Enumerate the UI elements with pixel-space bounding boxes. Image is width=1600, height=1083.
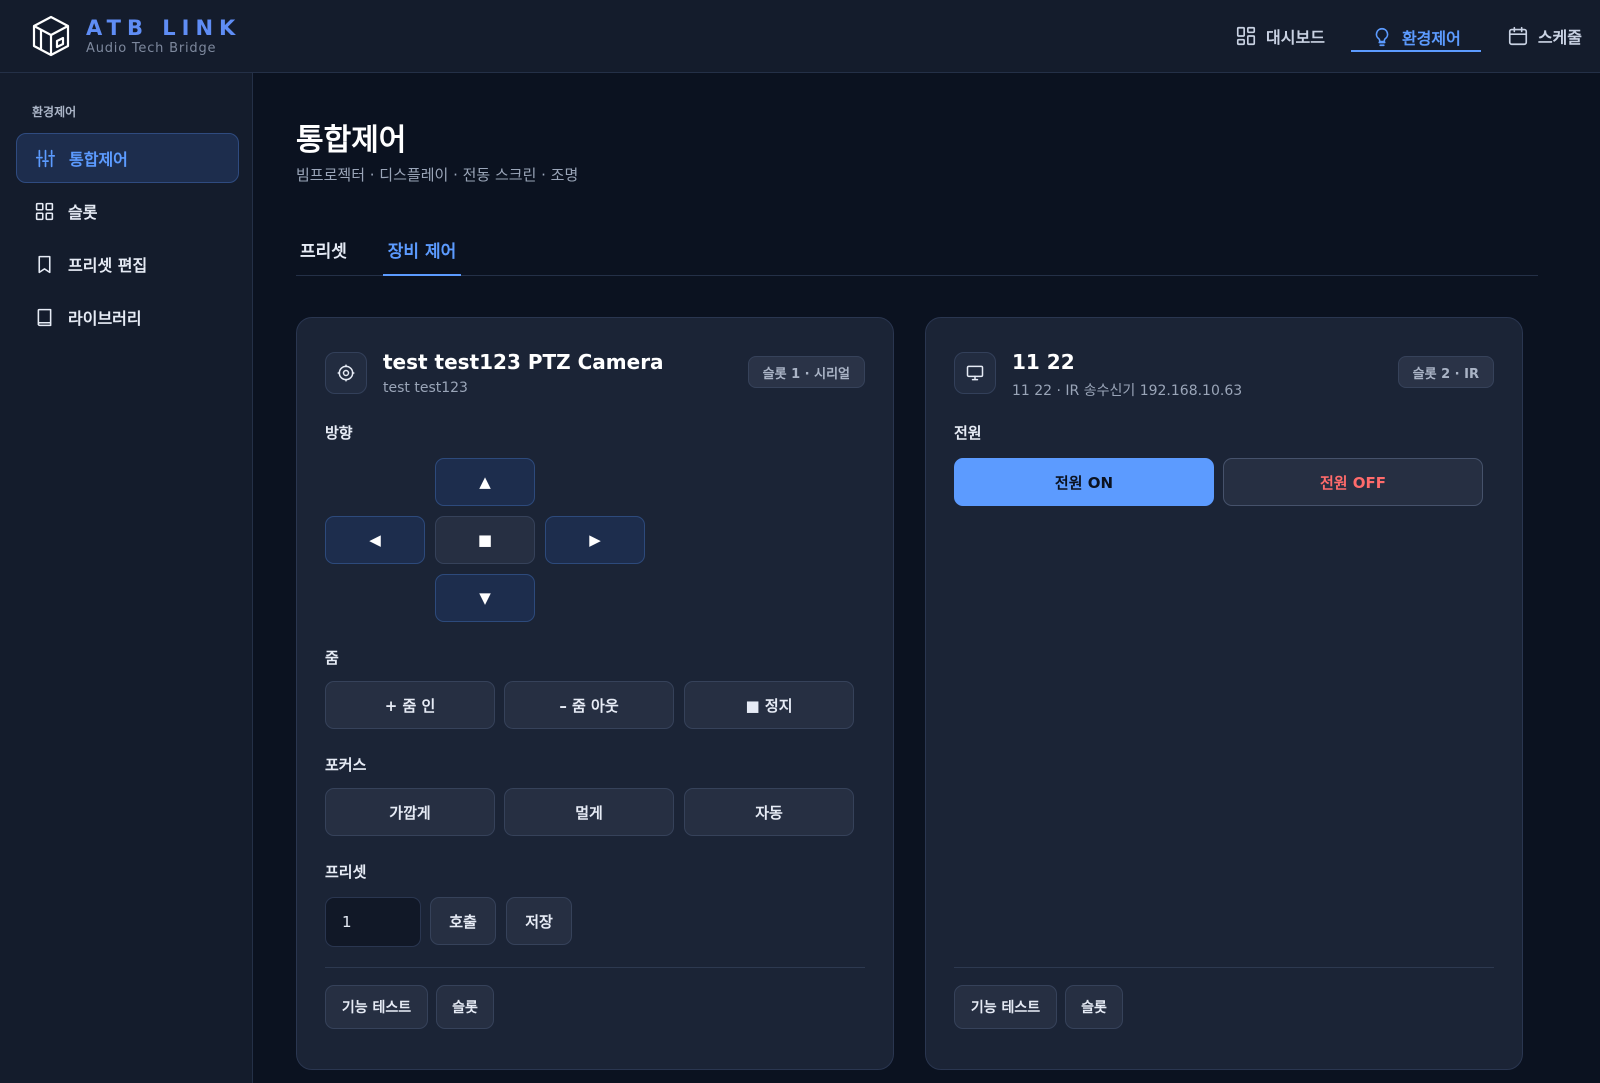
top-nav: 대시보드 환경제어 스케줄 (1235, 0, 1582, 73)
pan-stop-button[interactable]: ■ (435, 516, 535, 564)
pan-up-button[interactable]: ▲ (435, 458, 535, 506)
device-icon-box (954, 352, 996, 394)
direction-label: 방향 (325, 424, 353, 442)
bookmark-icon (38, 255, 51, 273)
page-subtitle: 빔프로젝터 · 디스플레이 · 전동 스크린 · 조명 (296, 166, 579, 184)
device-card-ir: 11 22 11 22 · IR 송수신기 192.168.10.63 슬롯 2… (925, 317, 1523, 1070)
focus-label: 포커스 (325, 756, 367, 774)
preset-save-button[interactable]: 저장 (506, 897, 572, 945)
device-icon-box (325, 352, 367, 394)
tab-bar: 프리셋 장비 제어 (296, 233, 1538, 276)
device-card-ptz-camera: test test123 PTZ Camera test test123 슬롯 … (296, 317, 894, 1070)
nav-dashboard-label: 대시보드 (1266, 27, 1325, 47)
tab-presets[interactable]: 프리셋 (296, 233, 351, 276)
sidebar: 환경제어 통합제어 슬롯 프리셋 편집 라이브러리 (0, 73, 253, 1083)
sidebar-item-label: 프리셋 편집 (68, 256, 148, 275)
function-test-button[interactable]: 기능 테스트 (954, 985, 1057, 1029)
card-divider (325, 967, 865, 968)
sidebar-item-label: 라이브러리 (68, 309, 142, 328)
card-divider (954, 967, 1494, 968)
sidebar-item-label: 슬롯 (68, 203, 98, 222)
calendar-icon (1508, 26, 1527, 45)
power-on-button[interactable]: 전원 ON (954, 458, 1214, 506)
sidebar-item-label: 통합제어 (69, 150, 128, 169)
crosshair-icon (337, 364, 355, 382)
zoom-label: 줌 (325, 649, 339, 667)
focus-auto-button[interactable]: 자동 (684, 788, 854, 836)
power-off-button[interactable]: 전원 OFF (1223, 458, 1483, 506)
left-arrow-icon: ◀ (369, 531, 381, 549)
main-content: 통합제어 빔프로젝터 · 디스플레이 · 전동 스크린 · 조명 프리셋 장비 … (254, 73, 1600, 1083)
preset-label: 프리셋 (325, 863, 367, 881)
tab-device-control[interactable]: 장비 제어 (383, 233, 461, 276)
stop-icon: ■ (477, 531, 493, 549)
nav-environment[interactable]: 환경제어 (1350, 26, 1481, 52)
brand-subtitle: Audio Tech Bridge (86, 41, 217, 56)
slot-button[interactable]: 슬롯 (436, 985, 494, 1029)
monitor-icon (966, 365, 984, 381)
pan-down-button[interactable]: ▼ (435, 574, 535, 622)
nav-dashboard[interactable]: 대시보드 (1235, 24, 1325, 50)
page-title: 통합제어 (296, 123, 407, 158)
up-arrow-icon: ▲ (479, 473, 491, 491)
dashboard-icon (1236, 26, 1256, 45)
nav-schedule-label: 스케줄 (1537, 27, 1582, 47)
power-label: 전원 (954, 424, 982, 442)
nav-environment-label: 환경제어 (1401, 28, 1461, 48)
brand-title: ATB LINK (86, 16, 242, 40)
logo-icon (32, 15, 70, 57)
sliders-icon (35, 149, 56, 167)
sidebar-item-integrated-control[interactable]: 통합제어 (16, 133, 239, 183)
slot-button[interactable]: 슬롯 (1065, 985, 1123, 1029)
pan-left-button[interactable]: ◀ (325, 516, 425, 564)
right-arrow-icon: ▶ (589, 531, 601, 549)
zoom-stop-button[interactable]: ■ 정지 (684, 681, 854, 729)
zoom-out-button[interactable]: – 줌 아웃 (504, 681, 674, 729)
preset-recall-button[interactable]: 호출 (430, 897, 496, 945)
grid-icon (35, 202, 54, 220)
nav-schedule[interactable]: 스케줄 (1507, 24, 1582, 50)
sidebar-item-preset-edit[interactable]: 프리셋 편집 (16, 239, 239, 289)
down-arrow-icon: ▼ (479, 589, 491, 607)
device-name: 11 22 (1012, 350, 1075, 374)
slot-badge: 슬롯 1 · 시리얼 (747, 356, 865, 388)
focus-far-button[interactable]: 멀게 (504, 788, 674, 836)
lightbulb-icon (1375, 27, 1389, 46)
zoom-in-button[interactable]: + 줌 인 (325, 681, 495, 729)
focus-near-button[interactable]: 가깝게 (325, 788, 495, 836)
preset-number-input[interactable] (325, 897, 421, 947)
device-subtitle: test test123 (383, 380, 468, 396)
slot-badge: 슬롯 2 · IR (1397, 356, 1494, 388)
device-subtitle: 11 22 · IR 송수신기 192.168.10.63 (1012, 383, 1243, 399)
book-icon (37, 308, 52, 326)
function-test-button[interactable]: 기능 테스트 (325, 985, 428, 1029)
top-bar: ATB LINK Audio Tech Bridge 대시보드 환경제어 스케줄 (0, 0, 1600, 73)
sidebar-item-library[interactable]: 라이브러리 (16, 292, 239, 342)
sidebar-section-title: 환경제어 (32, 105, 77, 119)
pan-right-button[interactable]: ▶ (545, 516, 645, 564)
device-name: test test123 PTZ Camera (383, 350, 664, 374)
sidebar-item-slots[interactable]: 슬롯 (16, 186, 239, 236)
